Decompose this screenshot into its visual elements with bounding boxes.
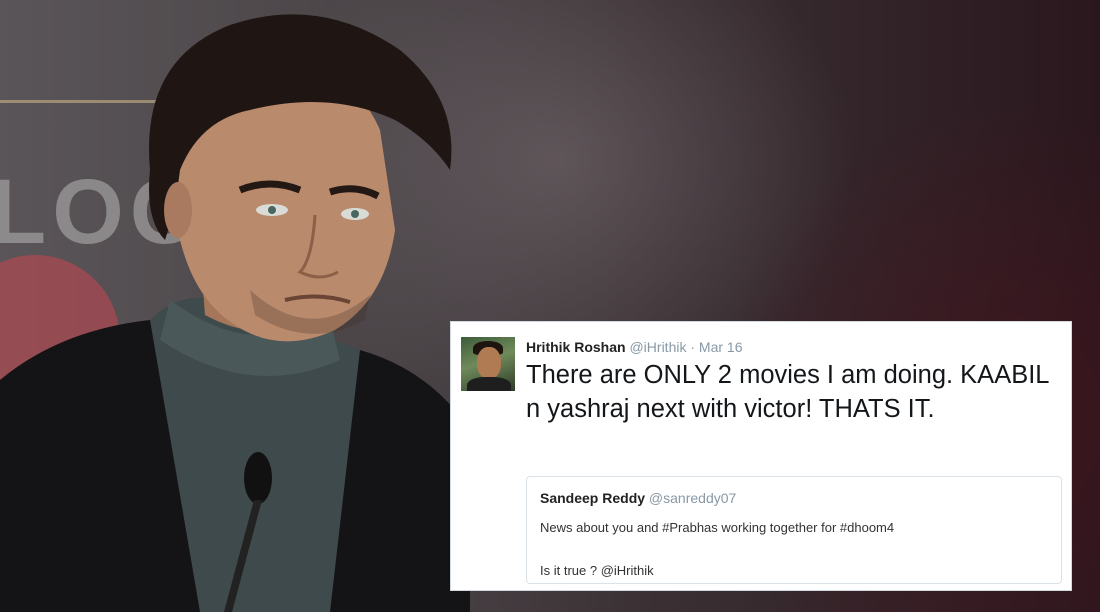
embedded-tweet-card[interactable]: Hrithik Roshan @iHrithik · Mar 16 There … [450, 321, 1072, 591]
tweet-date[interactable]: Mar 16 [699, 339, 743, 355]
quoted-tweet-text-line2: Is it true ? @iHrithik [540, 563, 654, 578]
author-name[interactable]: Hrithik Roshan [526, 339, 626, 355]
quoted-tweet-text-line1: News about you and #Prabhas working toge… [540, 520, 895, 535]
header-separator: · [690, 339, 696, 355]
quoted-author-name[interactable]: Sandeep Reddy [540, 490, 645, 506]
tweet-header: Hrithik Roshan @iHrithik · Mar 16 [526, 339, 743, 355]
actor-portrait [0, 14, 470, 612]
author-avatar[interactable] [461, 337, 515, 391]
quoted-tweet-header: Sandeep Reddy @sanreddy07 [540, 490, 736, 506]
avatar-shirt [467, 377, 511, 391]
avatar-face [477, 347, 501, 379]
tweet-text: There are ONLY 2 movies I am doing. KAAB… [526, 361, 1049, 423]
quoted-tweet[interactable]: Sandeep Reddy @sanreddy07 News about you… [526, 476, 1062, 584]
quoted-author-handle[interactable]: @sanreddy07 [649, 490, 736, 506]
photo-backdrop: LOC Hrithik Roshan @iHrithik · Mar 16 Th… [0, 0, 1100, 612]
author-handle[interactable]: @iHrithik [629, 339, 686, 355]
